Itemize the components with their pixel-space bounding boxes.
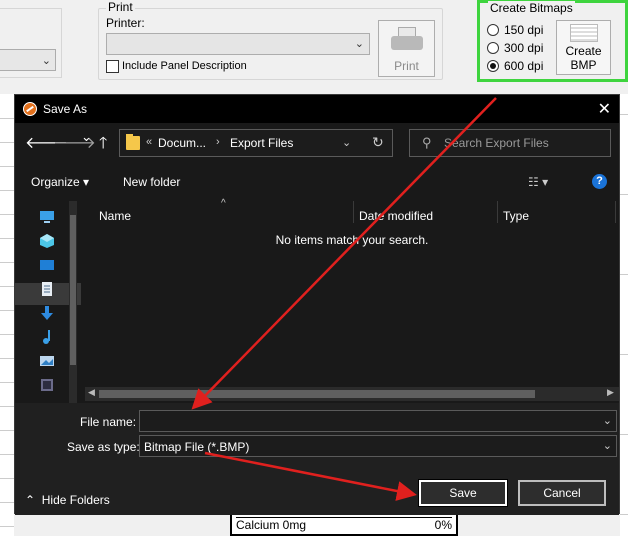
nutrition-panel: Calcium 0mg 0% (230, 512, 458, 536)
radio-600-dpi[interactable] (487, 60, 499, 72)
computer-icon[interactable] (39, 209, 55, 225)
save-as-type-value: Bitmap File (*.BMP) (144, 440, 250, 454)
file-list-hscrollbar[interactable]: ◀ ▶ (85, 387, 619, 401)
column-divider[interactable] (497, 201, 498, 223)
column-name[interactable]: Name (99, 209, 131, 223)
file-name-field[interactable]: ⌄ (139, 410, 617, 432)
chevron-down-icon[interactable]: ⌄ (603, 414, 612, 427)
3d-objects-icon[interactable] (39, 233, 55, 249)
save-as-type-label: Save as type: (67, 440, 140, 454)
nutrition-row-value: 0% (434, 518, 452, 532)
scroll-left-icon[interactable]: ◀ (88, 387, 95, 398)
documents-icon[interactable] (39, 281, 55, 297)
print-group-title: Print (106, 0, 135, 14)
breadcrumb-documents[interactable]: Docum... (158, 136, 206, 150)
address-bar[interactable]: « Docum... › Export Files ⌄ ↻ (119, 129, 393, 157)
column-date-modified[interactable]: Date modified (359, 209, 433, 223)
dialog-footer: File name: ⌄ Save as type: Bitmap File (… (15, 403, 619, 515)
scrollbar-thumb[interactable] (70, 215, 76, 365)
chevron-down-icon: ⌄ (41, 55, 51, 67)
folder-icon (126, 134, 140, 150)
left-combo[interactable]: ⌄ (0, 49, 56, 71)
file-name-label: File name: (80, 415, 137, 429)
background-right-grid (620, 94, 628, 536)
navigation-pane-scrollbar[interactable] (69, 201, 77, 403)
radio-300-dpi[interactable] (487, 42, 499, 54)
create-bmp-line2: BMP (570, 58, 597, 72)
create-bitmaps-title: Create Bitmaps (488, 1, 575, 15)
command-bar: Organize ▾ New folder ☷ ▾ ? (15, 167, 619, 197)
help-icon[interactable]: ? (592, 174, 607, 189)
radio-300-dpi-label: 300 dpi (504, 41, 544, 55)
print-button[interactable]: Print (378, 20, 435, 77)
view-options-icon[interactable]: ☷ ▾ (528, 175, 548, 189)
include-panel-checkbox[interactable] (106, 60, 119, 73)
breadcrumb-export-files[interactable]: Export Files (230, 136, 293, 150)
recent-locations-chevron-icon[interactable]: ⌄ (81, 129, 92, 145)
app-icon (23, 102, 37, 116)
chevron-down-icon[interactable]: ⌄ (342, 136, 351, 149)
dialog-titlebar[interactable]: Save As ✕ (15, 95, 619, 123)
nutrition-row: Calcium 0mg 0% (236, 517, 452, 532)
include-panel-label: Include Panel Description (122, 60, 247, 72)
column-divider[interactable] (353, 201, 354, 223)
hide-folders-label: Hide Folders (41, 493, 110, 507)
printer-icon (389, 27, 425, 53)
background-left-grid (0, 94, 14, 536)
dialog-title: Save As (43, 102, 88, 116)
printer-select[interactable]: ⌄ (106, 33, 370, 55)
column-divider[interactable] (615, 201, 616, 223)
bitmap-icon (569, 24, 598, 42)
search-input[interactable] (444, 134, 604, 152)
sort-ascending-icon: ^ (221, 198, 226, 209)
print-button-label: Print (394, 59, 419, 73)
radio-600-dpi-label: 600 dpi (504, 59, 544, 73)
file-list: ^ Name Date modified Type No items match… (85, 198, 619, 401)
save-as-dialog: Save As ✕ 🡐 🡒 ⌄ 🡑 « Docum... › Export Fi… (14, 94, 620, 515)
desktop-icon[interactable] (39, 257, 55, 273)
search-box[interactable]: ⚲ (409, 129, 611, 157)
scrollbar-thumb[interactable] (99, 390, 535, 398)
chevron-down-icon[interactable]: ⌄ (603, 439, 612, 452)
chevron-down-icon: ⌄ (354, 38, 364, 50)
close-icon[interactable]: ✕ (598, 99, 611, 119)
radio-150-dpi-label: 150 dpi (504, 23, 544, 37)
nutrition-row-label: Calcium 0mg (236, 518, 307, 532)
radio-150-dpi[interactable] (487, 24, 499, 36)
address-overflow[interactable]: « (146, 136, 152, 148)
printer-label: Printer: (106, 16, 145, 30)
new-folder-button[interactable]: New folder (123, 175, 180, 189)
hide-folders-button[interactable]: ⌃ Hide Folders (25, 493, 110, 507)
pictures-icon[interactable] (39, 353, 55, 369)
breadcrumb-separator: › (216, 136, 220, 148)
column-type[interactable]: Type (503, 209, 529, 223)
chevron-up-icon: ⌃ (25, 493, 36, 507)
save-as-type-select[interactable]: Bitmap File (*.BMP) ⌄ (139, 435, 617, 457)
create-bmp-button[interactable]: Create BMP (556, 20, 611, 75)
refresh-icon[interactable]: ↻ (372, 134, 384, 151)
navigation-bar: 🡐 🡒 ⌄ 🡑 « Docum... › Export Files ⌄ ↻ ⚲ (15, 123, 619, 163)
up-arrow-icon[interactable]: 🡑 (99, 132, 107, 159)
videos-icon[interactable] (39, 377, 55, 393)
organize-button[interactable]: Organize ▾ (31, 175, 89, 189)
cancel-button[interactable]: Cancel (518, 480, 606, 506)
scroll-right-icon[interactable]: ▶ (607, 387, 614, 398)
downloads-icon[interactable] (39, 305, 55, 321)
music-icon[interactable] (39, 329, 55, 345)
search-icon: ⚲ (422, 135, 432, 150)
empty-message: No items match your search. (275, 233, 429, 247)
save-button[interactable]: Save (418, 479, 508, 507)
create-bmp-line1: Create (565, 44, 602, 58)
